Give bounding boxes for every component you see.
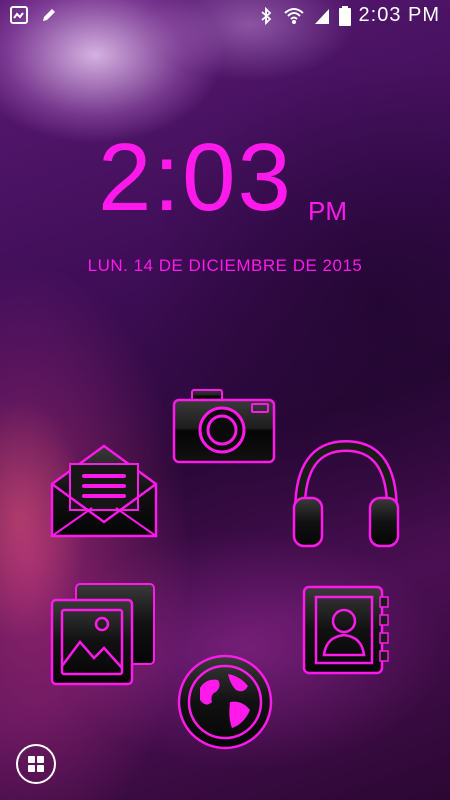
camera-icon — [172, 389, 276, 464]
gallery-icon — [50, 583, 155, 686]
app-browser[interactable] — [170, 654, 280, 750]
globe-icon — [177, 654, 273, 750]
app-email[interactable] — [48, 442, 160, 542]
wifi-icon — [283, 7, 304, 24]
app-music[interactable] — [290, 440, 402, 552]
gallery-notification-icon — [10, 6, 28, 24]
headphones-icon — [292, 440, 400, 548]
app-contacts[interactable] — [300, 585, 394, 675]
clock-ampm: PM — [308, 196, 347, 226]
status-bar-time: 2:03 PM — [358, 4, 440, 26]
signal-icon — [314, 8, 329, 24]
app-drawer-icon — [28, 756, 35, 763]
edit-notification-icon — [43, 9, 55, 21]
app-camera[interactable] — [172, 388, 276, 464]
clock-time[interactable]: 2:03 — [98, 130, 293, 226]
clock-date[interactable]: LUN. 14 DE DICIEMBRE DE 2015 — [0, 256, 450, 276]
app-gallery[interactable] — [48, 580, 158, 690]
status-bar: 2:03 PM — [0, 0, 450, 32]
contacts-book-icon — [302, 585, 389, 675]
battery-icon — [338, 5, 351, 26]
bluetooth-icon — [260, 6, 271, 25]
app-drawer-button[interactable] — [16, 744, 56, 784]
envelope-icon — [50, 444, 158, 538]
